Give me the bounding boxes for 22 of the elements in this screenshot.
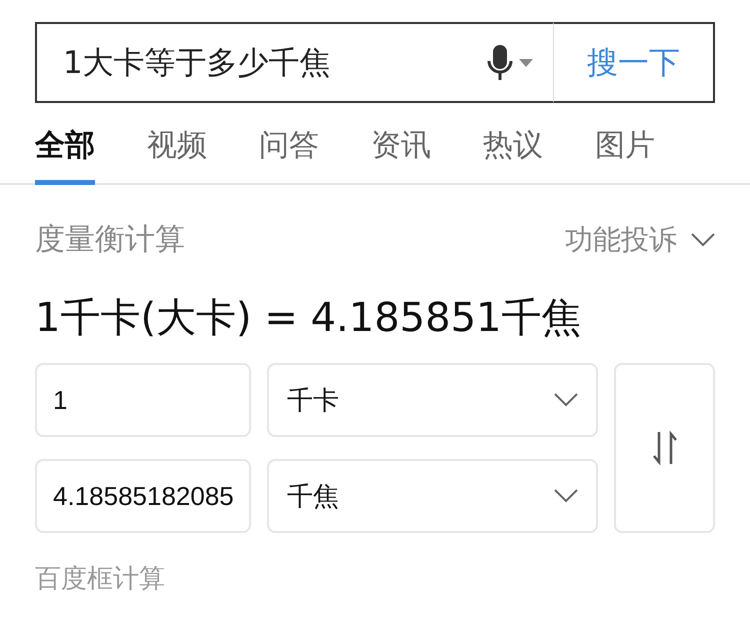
microphone-icon[interactable] <box>487 44 513 80</box>
unit-select[interactable]: 千焦 <box>267 459 598 533</box>
chevron-down-icon <box>554 393 578 407</box>
swap-icon <box>652 430 678 466</box>
feedback-link[interactable]: 功能投诉 <box>565 220 677 258</box>
tab[interactable]: 全部 <box>35 125 95 185</box>
tab[interactable]: 问答 <box>259 125 319 185</box>
search-button[interactable]: 搜一下 <box>553 22 715 103</box>
search-field[interactable]: 1大卡等于多少千焦 <box>35 22 467 103</box>
conversion-result: 1千卡(大卡) = 4.185851千焦 <box>35 294 582 343</box>
tab[interactable]: 资讯 <box>371 125 431 185</box>
tab[interactable]: 热议 <box>483 125 543 185</box>
unit-select[interactable]: 千卡 <box>267 363 598 437</box>
chevron-down-icon <box>691 232 715 246</box>
caret-icon[interactable] <box>519 58 533 66</box>
card-title: 度量衡计算 <box>35 221 185 259</box>
tab[interactable]: 视频 <box>147 125 207 185</box>
value-field[interactable]: 4.18585182085 <box>35 459 251 533</box>
footer-text: 百度框计算 <box>35 563 166 596</box>
chevron-down-icon <box>554 489 578 503</box>
tab[interactable]: 图片 <box>595 125 655 185</box>
value-field[interactable]: 1 <box>35 363 251 437</box>
